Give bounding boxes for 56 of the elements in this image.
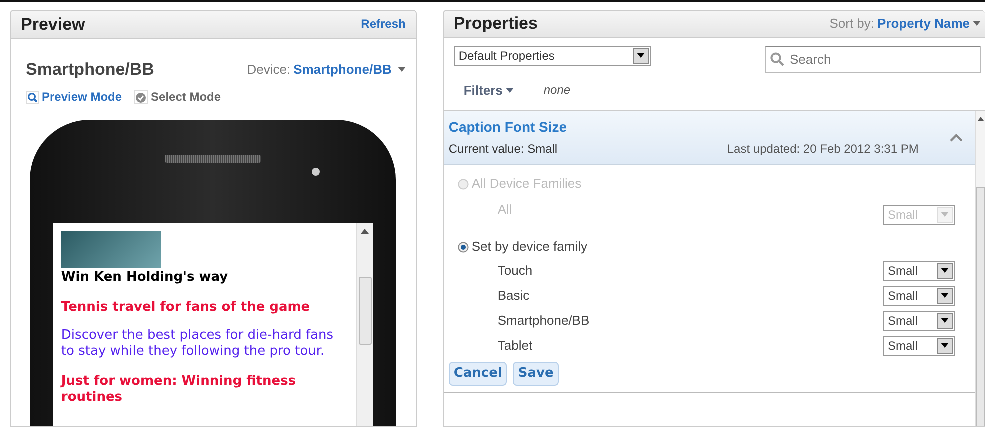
property-title: Caption Font Size — [448, 118, 568, 137]
article-title: Win Ken Holding's way — [61, 270, 230, 286]
device-family-label: Smartphone/BB — [498, 312, 590, 330]
filters-value: none — [544, 82, 571, 100]
property-header[interactable]: Caption Font Size Current value: Small Last updated: 20 Feb 2012 3:31 PM — [444, 111, 975, 165]
caret-icon — [937, 206, 953, 222]
scrollbar-thumb[interactable] — [976, 187, 985, 426]
search-field[interactable]: Search — [765, 46, 981, 72]
current-value: Current value: Small — [448, 141, 558, 158]
caret-icon[interactable] — [937, 288, 953, 304]
scrollbar-thumb[interactable] — [358, 277, 372, 345]
caret-icon[interactable] — [937, 262, 953, 278]
size-select[interactable]: Small — [883, 310, 955, 330]
preset-select[interactable]: Default Properties — [454, 46, 651, 66]
device-family-label: Tablet — [498, 336, 533, 355]
size-select[interactable]: Small — [883, 260, 955, 280]
chevron-icon[interactable] — [950, 134, 963, 142]
caret-icon[interactable] — [937, 312, 953, 328]
device-family-label: Touch — [498, 262, 533, 280]
form-button[interactable]: Cancel — [448, 362, 508, 386]
radio-option[interactable]: Set by device family — [458, 236, 955, 258]
size-select[interactable]: Small — [883, 286, 955, 306]
form-button[interactable]: Save — [513, 362, 559, 386]
size-select[interactable]: Small — [883, 336, 955, 356]
panel-title: Preview — [21, 14, 86, 36]
refresh-link[interactable]: Refresh — [361, 15, 406, 34]
filters-dropdown[interactable]: Filters — [464, 80, 514, 100]
sort-label: Sort by: — [830, 15, 875, 33]
device-family-label: All — [498, 200, 512, 219]
caret-icon[interactable] — [632, 48, 649, 64]
mode-button[interactable]: Preview Mode — [26, 88, 122, 106]
check-icon — [134, 90, 148, 104]
device-dropdown[interactable]: Smartphone/BB — [294, 60, 406, 79]
panel-title: Properties — [454, 13, 538, 35]
caret-icon[interactable] — [937, 338, 953, 354]
article-link[interactable]: Just for women: Winning fitness routines — [61, 374, 348, 406]
device-family-label: Basic — [498, 286, 530, 305]
caret-icon — [398, 66, 406, 72]
radio-option: All Device Families — [458, 173, 955, 195]
device-label: Device: — [247, 60, 291, 78]
radio-icon — [458, 242, 469, 252]
arrow-icon[interactable] — [361, 229, 370, 235]
radio-icon — [458, 178, 469, 190]
sort-dropdown[interactable]: Property Name — [878, 14, 981, 34]
arrow-icon[interactable] — [978, 117, 984, 121]
scrollbar[interactable] — [975, 111, 985, 426]
scrollbar[interactable] — [356, 223, 374, 426]
mode-button[interactable]: Select Mode — [134, 88, 222, 106]
article-link[interactable]: Tennis travel for fans of the game — [61, 300, 348, 316]
caret-icon — [973, 21, 981, 26]
search-icon — [26, 90, 39, 104]
last-updated: Last updated: 20 Feb 2012 3:31 PM — [727, 141, 919, 158]
device-heading: Smartphone/BB — [26, 58, 154, 80]
caret-icon — [506, 88, 514, 93]
camera-dot — [312, 168, 320, 176]
article-text: Discover the best places for die-hard fans to stay while they following the pro tour. — [61, 328, 335, 360]
